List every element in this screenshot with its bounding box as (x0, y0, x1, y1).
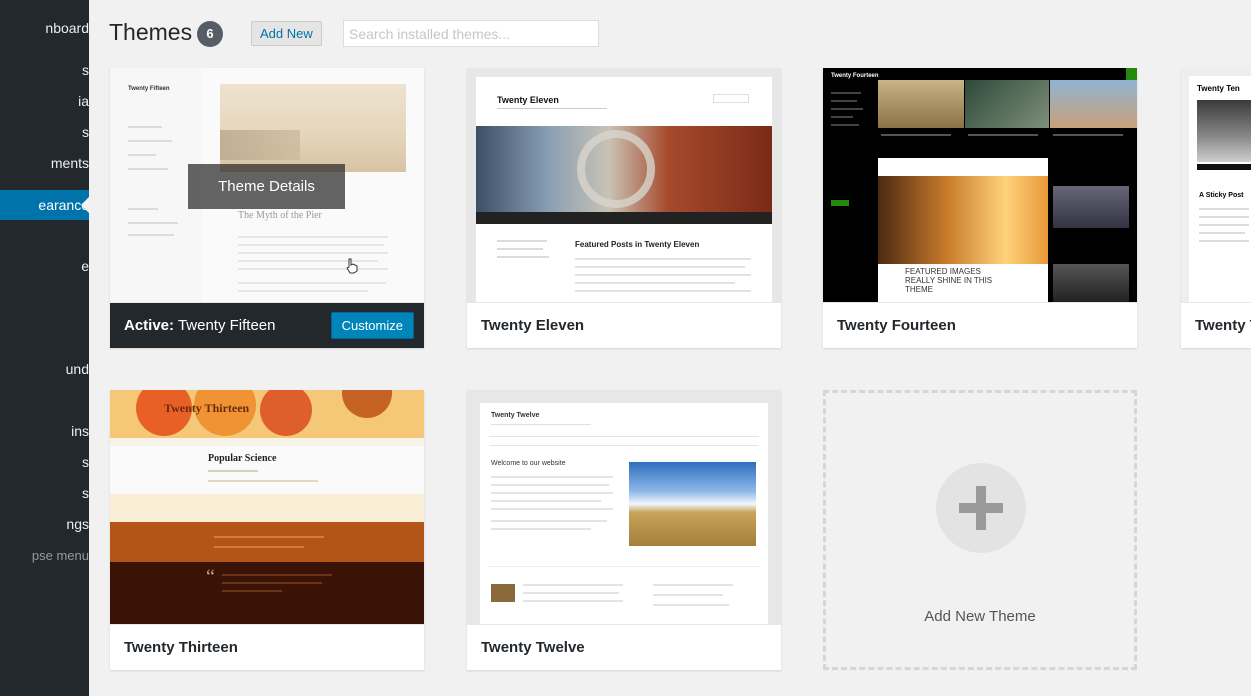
sidebar-item-settings[interactable]: ngs (0, 509, 89, 539)
add-new-theme-label: Add New Theme (924, 608, 1036, 625)
theme-card-twenty-thirteen[interactable]: Twenty Thirteen Popular Science “ Twenty… (110, 390, 424, 670)
sidebar-item-plugins[interactable]: ins (0, 416, 89, 446)
plus-icon (936, 463, 1026, 553)
sidebar-item-pages[interactable]: s (0, 117, 89, 147)
add-new-theme-card[interactable]: Add New Theme (823, 390, 1137, 670)
theme-name: Twenty Fourteen (823, 302, 1137, 348)
sidebar-item-media[interactable]: ia (0, 86, 89, 116)
sidebar-item-customize[interactable]: e (0, 251, 89, 281)
customize-button[interactable]: Customize (330, 312, 414, 339)
theme-screenshot[interactable]: Twenty Fifteen The Myth of the Pier Them… (110, 68, 424, 302)
quote-icon: “ (206, 566, 215, 588)
theme-screenshot[interactable]: Twenty Ten A Sticky Post (1181, 68, 1251, 302)
admin-sidebar: nboard s ia s ments earance e und ins s … (0, 0, 89, 696)
theme-count-badge: 6 (197, 21, 223, 47)
theme-screenshot[interactable]: Twenty Eleven Featured Posts in Twenty E… (467, 68, 781, 302)
theme-card-twenty-fourteen[interactable]: Twenty Fourteen FEATURED IMAGES REALLY S… (823, 68, 1137, 348)
sidebar-item-appearance[interactable]: earance (0, 190, 89, 220)
sidebar-item-background[interactable]: und (0, 354, 89, 384)
sidebar-item-comments[interactable]: ments (0, 148, 89, 178)
theme-screenshot[interactable]: Twenty Thirteen Popular Science “ (110, 390, 424, 624)
theme-name: Twenty Eleven (467, 302, 781, 348)
theme-name: Twenty Twelve (467, 624, 781, 670)
theme-details-overlay[interactable]: Theme Details (188, 164, 345, 209)
theme-card-twenty-twelve[interactable]: Twenty Twelve Welcome to our website Twe… (467, 390, 781, 670)
search-themes-input[interactable] (343, 20, 599, 47)
active-label: Active: (124, 317, 175, 334)
sidebar-item-posts[interactable]: s (0, 55, 89, 85)
theme-card-twenty-ten[interactable]: Twenty Ten A Sticky Post Twenty Ten (1181, 68, 1251, 348)
theme-name: Twenty Fifteen (177, 317, 276, 334)
theme-name-bar: Active: Twenty Fifteen Customize (110, 302, 424, 348)
add-new-button[interactable]: Add New (251, 21, 322, 46)
sidebar-item-dashboard[interactable]: nboard (0, 13, 89, 43)
theme-screenshot[interactable]: Twenty Fourteen FEATURED IMAGES REALLY S… (823, 68, 1137, 302)
sidebar-item-tools[interactable]: s (0, 478, 89, 508)
sidebar-collapse-menu[interactable]: pse menu (0, 541, 89, 571)
theme-name: Twenty Ten (1181, 302, 1251, 348)
theme-card-twenty-fifteen[interactable]: Twenty Fifteen The Myth of the Pier Them… (110, 68, 424, 348)
sidebar-item-users[interactable]: s (0, 447, 89, 477)
page-title: Themes (109, 19, 193, 45)
theme-screenshot[interactable]: Twenty Twelve Welcome to our website (467, 390, 781, 624)
cursor-hand-icon (346, 258, 358, 274)
theme-card-twenty-eleven[interactable]: Twenty Eleven Featured Posts in Twenty E… (467, 68, 781, 348)
theme-name: Twenty Thirteen (110, 624, 424, 670)
